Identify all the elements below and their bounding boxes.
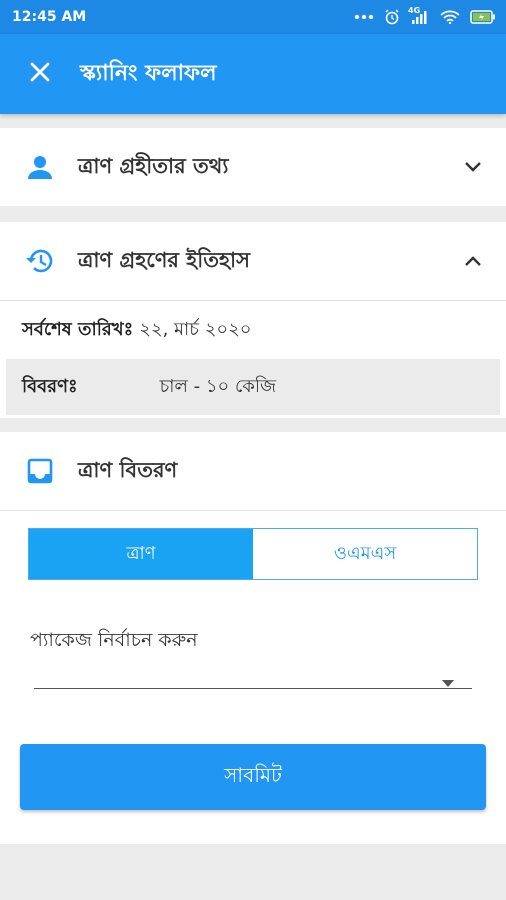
status-time: 12:45 AM [12,9,87,25]
distribution-title: ত্রাণ বিতরণ [78,457,178,482]
history-header[interactable]: ত্রাণ গ্রহণের ইতিহাস [0,222,506,300]
history-icon [24,245,56,277]
chevron-up-icon[interactable] [464,255,482,267]
recipient-info-card: ত্রাণ গ্রহীতার তথ্য [0,128,506,206]
inbox-icon [24,455,56,487]
details-row: বিবরণঃ চাল - ১০ কেজি [6,359,500,415]
tab-oms[interactable]: ওএমএস [253,529,477,579]
status-icons: 4G [354,6,496,25]
network-type-label: 4G [408,6,421,15]
package-select-label: প্যাকেজ নির্বাচন করুন [30,629,198,651]
close-button[interactable] [0,34,80,114]
app-bar: স্ক্যানিং ফলাফল [0,34,506,114]
package-dropdown[interactable] [34,664,472,689]
last-date-label: সর্বশেষ তারিখঃ [22,318,134,340]
submit-button[interactable]: সাবমিট [20,744,486,810]
recipient-info-title: ত্রাণ গ্রহীতার তথ্য [78,153,229,178]
alarm-icon [384,9,400,25]
page-title: স্ক্যানিং ফলাফল [80,60,217,86]
dots-icon [354,14,374,20]
divider [0,510,506,511]
recipient-info-header[interactable]: ত্রাণ গ্রহীতার তথ্য [0,128,506,206]
signal-icon: 4G [408,6,430,24]
history-card: ত্রাণ গ্রহণের ইতিহাস সর্বশেষ তারিখঃ ২২, … [0,222,506,418]
chevron-down-icon[interactable] [464,161,482,173]
person-icon [24,151,56,183]
relief-type-toggle: ত্রাণ ওএমএস [28,528,478,580]
history-title: ত্রাণ গ্রহণের ইতিহাস [78,247,250,272]
last-date-value: ২২, মার্চ ২০২০ [139,318,252,340]
wifi-icon [440,10,460,24]
distribution-card: ত্রাণ বিতরণ ত্রাণ ওএমএস প্যাকেজ নির্বাচন… [0,432,506,844]
details-value: চাল - ১০ কেজি [159,375,277,397]
close-icon [29,61,51,87]
details-label: বিবরণঃ [22,375,78,397]
distribution-header: ত্রাণ বিতরণ [0,432,506,510]
battery-icon [470,10,496,24]
status-bar: 12:45 AM 4G [0,0,506,34]
dropdown-arrow-icon [442,672,454,691]
tab-relief[interactable]: ত্রাণ [29,529,253,579]
last-date-row: সর্বশেষ তারিখঃ ২২, মার্চ ২০২০ [0,301,506,359]
